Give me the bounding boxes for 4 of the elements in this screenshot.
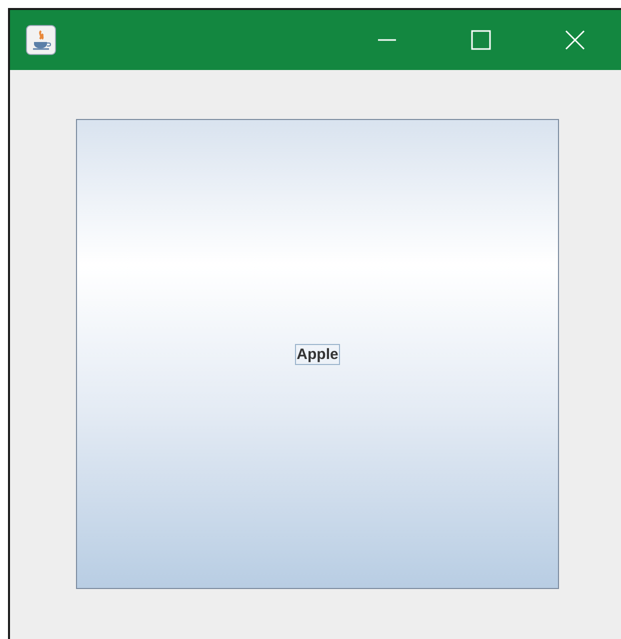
apple-button[interactable]: Apple	[76, 119, 559, 589]
coffee-cup-icon	[26, 25, 56, 55]
maximize-icon[interactable]	[471, 30, 491, 50]
close-icon[interactable]	[565, 30, 585, 50]
